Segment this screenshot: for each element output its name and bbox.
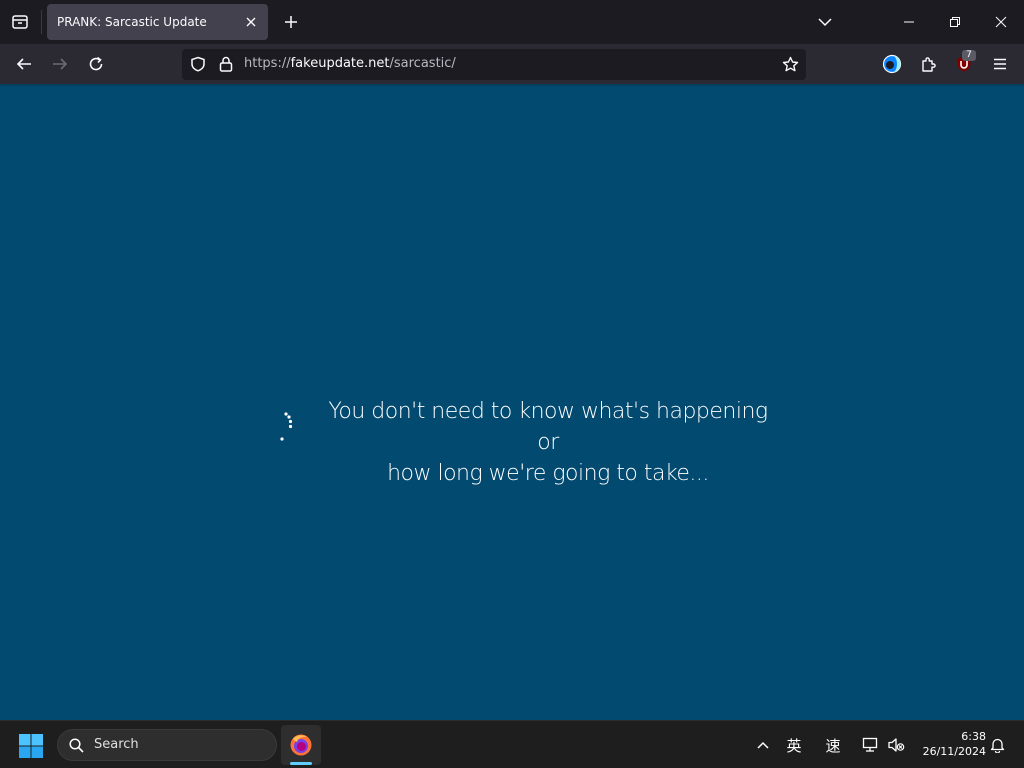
navigation-toolbar: https://fakeupdate.net/sarcastic/: [0, 44, 1024, 84]
minimize-button[interactable]: [886, 0, 932, 44]
reload-icon: [89, 56, 103, 71]
network-icon: [862, 737, 878, 752]
firefox-icon: [290, 734, 312, 756]
tab-separator: [41, 10, 42, 34]
url-text[interactable]: https://fakeupdate.net/sarcastic/: [244, 56, 456, 71]
reload-button[interactable]: [80, 48, 112, 80]
back-arrow-icon: [16, 58, 31, 70]
tab-list-button[interactable]: [4, 6, 36, 38]
taskbar-search-box[interactable]: Search: [57, 729, 277, 761]
show-hidden-icons-button[interactable]: [751, 733, 775, 757]
active-tab[interactable]: PRANK: Sarcastic Update: [47, 4, 268, 40]
new-tab-button[interactable]: [276, 7, 306, 37]
chevron-up-icon: [757, 741, 769, 749]
running-app-indicator: [290, 762, 312, 765]
shield-icon: [191, 56, 205, 72]
tab-title: PRANK: Sarcastic Update: [57, 15, 207, 29]
window-close-icon: [995, 16, 1007, 28]
volume-muted-icon: [888, 738, 905, 752]
notifications-button[interactable]: [985, 733, 1009, 757]
url-host: fakeupdate.net: [290, 56, 390, 71]
ime-language-indicator[interactable]: 英: [782, 733, 806, 757]
extension-count-badge: 7: [962, 50, 976, 61]
tab-list-icon: [12, 15, 28, 29]
site-info-button[interactable]: [215, 53, 237, 75]
url-path: /sarcastic/: [389, 56, 456, 71]
plus-icon: [285, 16, 297, 28]
tracking-protection-button[interactable]: [187, 53, 209, 75]
tab-strip: PRANK: Sarcastic Update: [0, 0, 1024, 44]
firefox-account-icon: [882, 54, 902, 74]
taskbar-clock[interactable]: 6:38 26/11/2024: [914, 729, 986, 759]
extensions-icon: [921, 56, 936, 72]
message-line-1: You don't need to know what's happening …: [328, 399, 768, 455]
ime-mode-indicator[interactable]: 速: [821, 733, 845, 757]
url-scheme: https://: [244, 56, 291, 71]
account-button[interactable]: [876, 48, 908, 80]
page-content: You don't need to know what's happening …: [0, 84, 1024, 720]
update-message: You don't need to know what's happening …: [318, 396, 778, 489]
restore-button[interactable]: [932, 0, 978, 44]
network-button[interactable]: [859, 733, 883, 757]
bell-icon: [990, 738, 1004, 753]
list-all-tabs-button[interactable]: [810, 7, 840, 37]
search-label: Search: [94, 737, 139, 752]
search-icon: [69, 738, 84, 753]
back-button[interactable]: [8, 48, 40, 80]
forward-button[interactable]: [44, 48, 76, 80]
close-icon: [246, 17, 256, 27]
lock-icon: [219, 56, 233, 72]
clock-date: 26/11/2024: [922, 745, 986, 758]
bookmark-star-button[interactable]: [779, 53, 801, 75]
clock-time: 6:38: [961, 730, 986, 743]
windows-start-icon[interactable]: [18, 733, 44, 759]
window-close-button[interactable]: [978, 0, 1024, 44]
tab-close-button[interactable]: [240, 11, 262, 33]
message-line-2: how long we're going to take...: [387, 461, 709, 486]
taskbar-app-firefox[interactable]: [281, 725, 321, 765]
minimize-icon: [904, 21, 914, 23]
star-icon: [782, 56, 798, 71]
loading-spinner-icon: [280, 412, 293, 441]
url-bar[interactable]: https://fakeupdate.net/sarcastic/: [182, 49, 806, 80]
forward-arrow-icon: [53, 58, 68, 70]
restore-icon: [950, 17, 960, 27]
volume-button[interactable]: [884, 733, 908, 757]
taskbar: Search 英 速 6:38 26/11/2024: [0, 720, 1024, 768]
chevron-down-icon: [818, 18, 832, 27]
hamburger-menu-icon: [994, 58, 1006, 70]
app-menu-button[interactable]: [984, 48, 1016, 80]
extensions-button[interactable]: [912, 48, 944, 80]
